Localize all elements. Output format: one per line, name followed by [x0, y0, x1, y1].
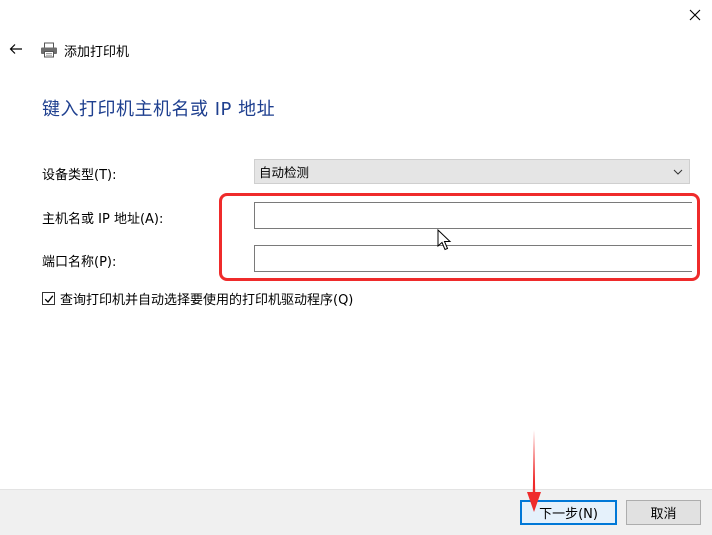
query-printer-checkbox[interactable]: [42, 292, 55, 305]
dialog-title-bar: 添加打印机: [40, 40, 129, 60]
device-type-label: 设备类型(T):: [42, 168, 117, 183]
close-button[interactable]: [678, 0, 712, 30]
hostname-input[interactable]: [254, 202, 692, 229]
query-printer-checkbox-label: 查询打印机并自动选择要使用的打印机驱动程序(Q): [60, 293, 354, 308]
cancel-button[interactable]: 取消: [626, 500, 701, 525]
next-button[interactable]: 下一步(N): [520, 500, 617, 525]
mouse-cursor-icon: [437, 229, 452, 251]
printer-icon: [40, 41, 58, 59]
close-icon: [689, 9, 701, 21]
add-printer-dialog: 添加打印机 键入打印机主机名或 IP 地址 设备类型(T): 自动检测 主机名或…: [0, 0, 712, 535]
back-arrow-icon: [9, 44, 22, 54]
page-heading: 键入打印机主机名或 IP 地址: [42, 99, 276, 120]
back-button[interactable]: [4, 38, 28, 60]
query-printer-checkbox-row[interactable]: 查询打印机并自动选择要使用的打印机驱动程序(Q): [42, 289, 353, 308]
hostname-label: 主机名或 IP 地址(A):: [42, 212, 164, 227]
chevron-down-icon: [673, 169, 683, 175]
checkmark-icon: [44, 294, 53, 303]
device-type-dropdown[interactable]: 自动检测: [254, 159, 690, 184]
device-type-value: 自动检测: [259, 165, 310, 180]
port-name-input[interactable]: [254, 245, 692, 272]
port-name-label: 端口名称(P):: [42, 255, 117, 270]
dialog-title: 添加打印机: [64, 44, 130, 60]
